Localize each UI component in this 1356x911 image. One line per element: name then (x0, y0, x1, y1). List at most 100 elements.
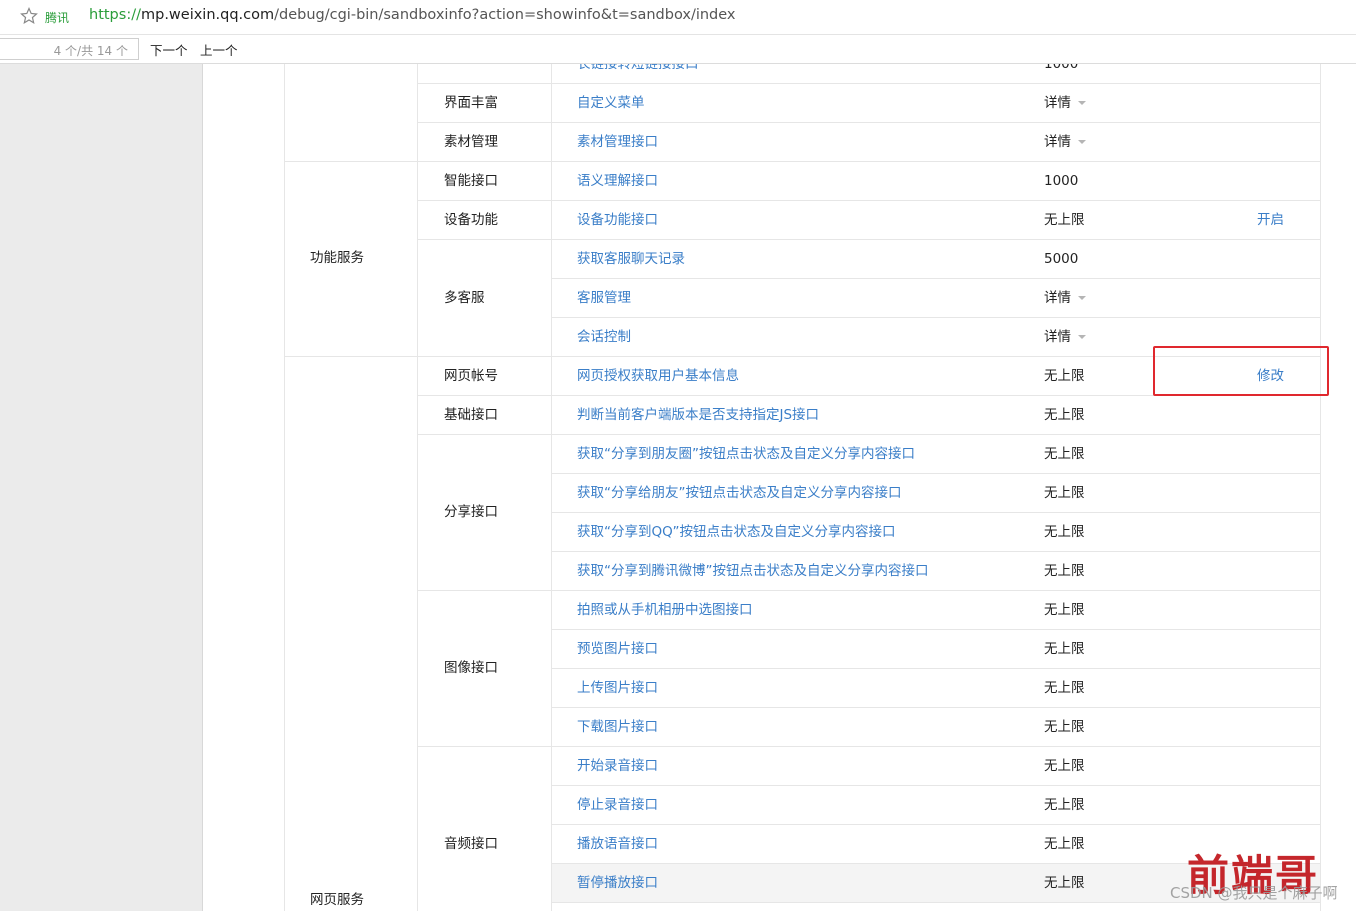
chevron-down-icon (1078, 100, 1086, 105)
api-link[interactable]: 获取“分享到朋友圈”按钮点击状态及自定义分享内容接口 (577, 446, 915, 462)
find-next-button[interactable]: 下一个 (150, 40, 188, 59)
limit-text: 无上限 (1044, 445, 1085, 462)
url-field[interactable]: https://mp.weixin.qq.com/debug/cgi-bin/s… (89, 7, 736, 23)
api-link[interactable]: 判断当前客户端版本是否支持指定JS接口 (577, 407, 819, 423)
limit-value: 无上限 (1044, 212, 1085, 228)
category-label: 设备功能 (444, 211, 498, 228)
row-divider (417, 434, 551, 435)
highlight-box (1153, 346, 1329, 396)
api-link[interactable]: 素材管理接口 (577, 134, 658, 150)
url-protocol: https:// (89, 7, 141, 23)
row-divider (551, 746, 1320, 747)
row-divider (551, 200, 1320, 201)
limit-value: 无上限 (1044, 836, 1085, 852)
limit-text: 5000 (1044, 250, 1079, 267)
row-divider (551, 278, 1320, 279)
api-link[interactable]: 暂停播放接口 (577, 875, 658, 891)
limit-value: 无上限 (1044, 797, 1085, 813)
limit-text: 详情 (1044, 94, 1071, 111)
api-link[interactable]: 自定义菜单 (577, 95, 645, 111)
api-link[interactable]: 长链接转短链接接口 (577, 64, 699, 72)
api-link[interactable]: 获取“分享到腾讯微博”按钮点击状态及自定义分享内容接口 (577, 563, 929, 579)
api-link[interactable]: 开始录音接口 (577, 758, 658, 774)
api-link[interactable]: 客服管理 (577, 290, 631, 306)
limit-value: 无上限 (1044, 407, 1085, 423)
limit-value[interactable]: 详情 (1044, 134, 1086, 150)
row-divider (551, 83, 1320, 84)
limit-text: 无上限 (1044, 757, 1085, 774)
limit-value[interactable]: 详情 (1044, 290, 1086, 306)
api-link[interactable]: 停止录音接口 (577, 797, 658, 813)
category-label: 界面丰富 (444, 94, 498, 111)
row-divider (551, 512, 1320, 513)
api-link[interactable]: 播放语音接口 (577, 836, 658, 852)
limit-text: 无上限 (1044, 679, 1085, 696)
row-divider (551, 824, 1320, 825)
column-divider (551, 64, 552, 911)
limit-value: 无上限 (1044, 368, 1085, 384)
api-link[interactable]: 上传图片接口 (577, 680, 658, 696)
limit-value: 5000 (1044, 251, 1078, 267)
url-path: /debug/cgi-bin/sandboxinfo?action=showin… (274, 7, 736, 23)
api-link[interactable]: 获取客服聊天记录 (577, 251, 685, 267)
limit-text: 详情 (1044, 289, 1071, 306)
limit-value: 无上限 (1044, 680, 1085, 696)
row-divider (284, 161, 417, 162)
api-link[interactable]: 预览图片接口 (577, 641, 658, 657)
chevron-down-icon (1078, 334, 1086, 339)
row-divider (284, 356, 417, 357)
api-link[interactable]: 设备功能接口 (577, 212, 658, 228)
limit-text: 无上限 (1044, 562, 1085, 579)
category-label: 音频接口 (444, 835, 498, 852)
limit-value: 无上限 (1044, 524, 1085, 540)
limit-value: 无上限 (1044, 446, 1085, 462)
column-divider (284, 64, 285, 911)
row-divider (551, 551, 1320, 552)
bookmark-star-icon[interactable] (20, 7, 38, 25)
limit-text: 无上限 (1044, 718, 1085, 735)
limit-text: 详情 (1044, 133, 1071, 150)
api-link[interactable]: 获取“分享给朋友”按钮点击状态及自定义分享内容接口 (577, 485, 902, 501)
row-divider (417, 200, 551, 201)
api-link[interactable]: 语义理解接口 (577, 173, 658, 189)
limit-value: 无上限 (1044, 563, 1085, 579)
limit-value: 1000 (1044, 173, 1078, 189)
limit-text: 无上限 (1044, 835, 1085, 852)
chevron-down-icon (1078, 139, 1086, 144)
api-link[interactable]: 拍照或从手机相册中选图接口 (577, 602, 753, 618)
group-label: 功能服务 (310, 250, 364, 266)
row-divider (551, 590, 1320, 591)
limit-value: 无上限 (1044, 602, 1085, 618)
row-divider (551, 239, 1320, 240)
category-label: 图像接口 (444, 660, 498, 676)
limit-value: 无上限 (1044, 758, 1085, 774)
row-divider (551, 473, 1320, 474)
limit-value: 1000 (1044, 64, 1078, 72)
find-match-count: 4 个/共 14 个 (53, 44, 128, 58)
limit-value[interactable]: 详情 (1044, 95, 1086, 111)
row-divider (551, 161, 1320, 162)
api-link[interactable]: 下载图片接口 (577, 719, 658, 735)
limit-value: 无上限 (1044, 719, 1085, 735)
limit-value: 无上限 (1044, 485, 1085, 501)
api-link[interactable]: 网页授权获取用户基本信息 (577, 368, 739, 384)
find-prev-button[interactable]: 上一个 (200, 40, 238, 59)
limit-text: 无上限 (1044, 601, 1085, 618)
row-divider (551, 668, 1320, 669)
find-input[interactable]: 4 个/共 14 个 (0, 38, 139, 60)
address-bar: 腾讯 https://mp.weixin.qq.com/debug/cgi-bi… (0, 0, 1356, 35)
limit-value[interactable]: 详情 (1044, 329, 1086, 345)
row-divider (551, 434, 1320, 435)
row-divider (551, 317, 1320, 318)
chevron-down-icon (1078, 295, 1086, 300)
api-link[interactable]: 会话控制 (577, 329, 631, 345)
find-bar: 4 个/共 14 个 下一个 上一个 (0, 35, 1356, 64)
column-divider (417, 64, 418, 911)
category-label: 网页帐号 (444, 367, 498, 384)
api-link[interactable]: 获取“分享到QQ”按钮点击状态及自定义分享内容接口 (577, 524, 896, 540)
limit-text: 无上限 (1044, 796, 1085, 813)
category-label: 素材管理 (444, 133, 498, 150)
row-divider (551, 122, 1320, 123)
api-permission-table: 界面丰富 素材管理 智能接口 设备功能 多客服 网页帐号 基础接口 分享接口 图像接口 音频接口 功… (203, 64, 1356, 911)
row-action-button[interactable]: 开启 (1257, 212, 1284, 228)
